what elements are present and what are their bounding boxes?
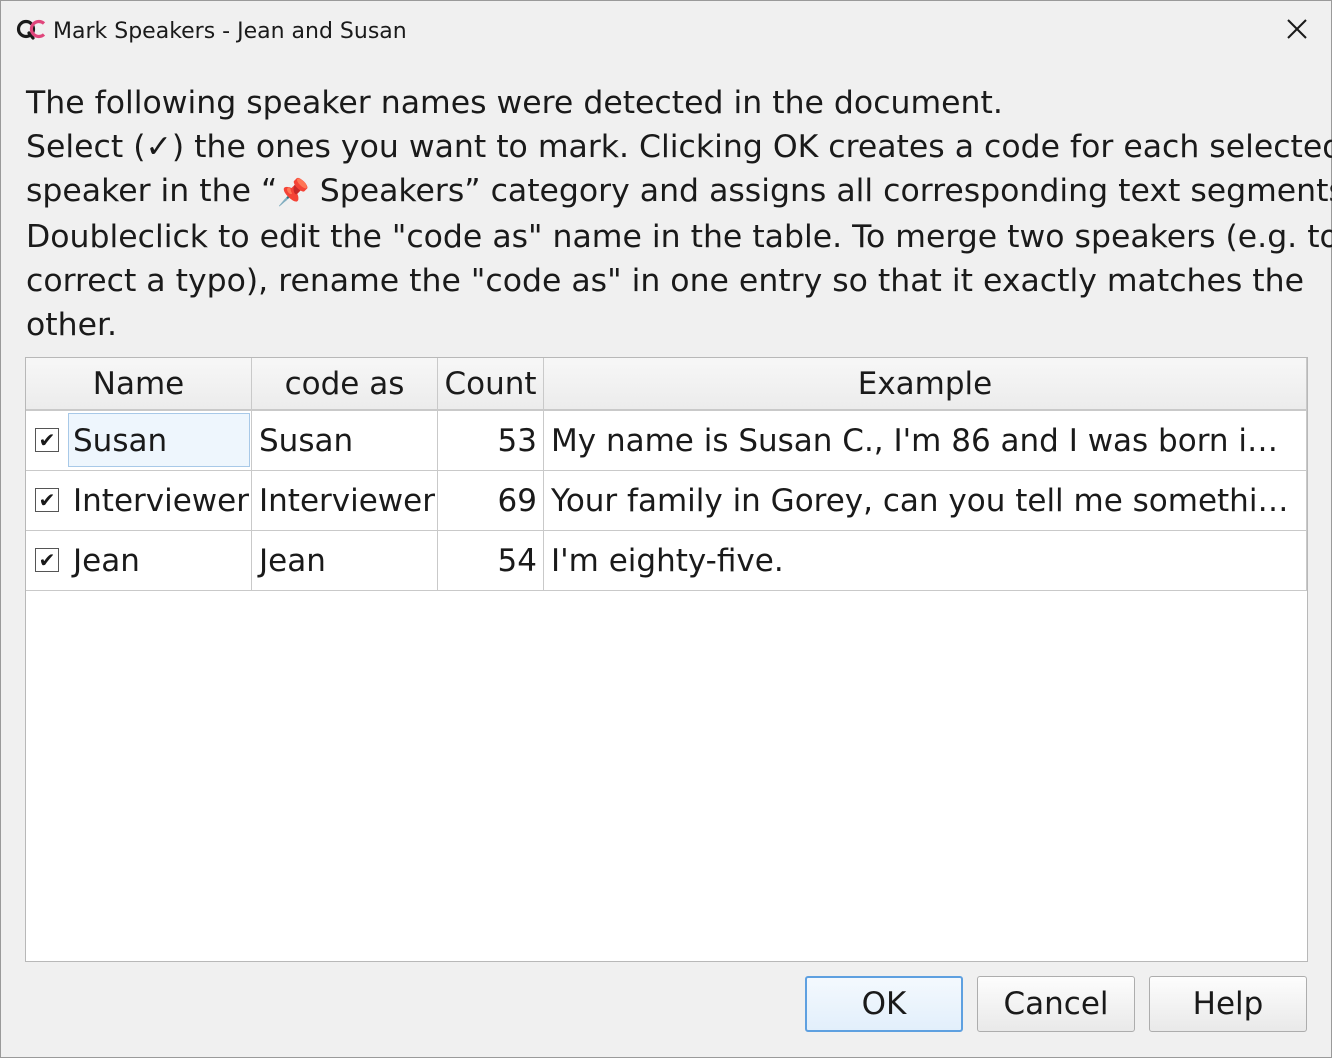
checkmark-icon: ✔ (38, 548, 56, 572)
mark-speakers-dialog: Mark Speakers - Jean and Susan The follo… (0, 0, 1332, 1058)
speaker-checkbox[interactable]: ✔ (35, 428, 59, 452)
instruction-line: Doubleclick to edit the "code as" name i… (26, 219, 1332, 255)
qc-logo-icon (15, 17, 47, 45)
name-cell[interactable]: ✔ Susan (26, 411, 252, 470)
speakers-table[interactable]: Name code as Count Example ✔ Susan Susan… (25, 357, 1308, 962)
code-as-cell[interactable]: Jean (252, 531, 438, 590)
column-header-code-as[interactable]: code as (252, 358, 438, 409)
instructions-text: The following speaker names were detecte… (26, 81, 1332, 347)
count-cell: 53 (438, 411, 544, 470)
column-header-name[interactable]: Name (26, 358, 252, 409)
column-header-example[interactable]: Example (544, 358, 1307, 409)
close-button[interactable] (1273, 9, 1321, 53)
example-cell: Your family in Gorey, can you tell me so… (544, 471, 1307, 530)
pushpin-icon: 📌 (277, 178, 310, 208)
count-cell: 54 (438, 531, 544, 590)
instruction-line: speaker in the “📌 Speakers” category and… (26, 169, 1332, 215)
title-bar: Mark Speakers - Jean and Susan (1, 1, 1331, 61)
instruction-line: The following speaker names were detecte… (26, 85, 1003, 121)
ok-button[interactable]: OK (805, 976, 963, 1032)
close-icon (1286, 18, 1308, 44)
example-text: My name is Susan C., I'm 86 and I was bo… (551, 422, 1296, 459)
instruction-line: correct a typo), rename the "code as" in… (26, 263, 1304, 299)
example-text: Your family in Gorey, can you tell me so… (551, 482, 1296, 519)
window-title: Mark Speakers - Jean and Susan (53, 19, 407, 44)
example-cell: I'm eighty-five. (544, 531, 1307, 590)
code-as-cell[interactable]: Interviewer (252, 471, 438, 530)
name-cell[interactable]: ✔ Jean (26, 531, 252, 590)
table-row[interactable]: ✔ Interviewer Interviewer 69 Your family… (26, 471, 1307, 531)
checkmark-icon: ✔ (38, 488, 56, 512)
count-cell: 69 (438, 471, 544, 530)
help-button[interactable]: Help (1149, 976, 1307, 1032)
cancel-button[interactable]: Cancel (977, 976, 1135, 1032)
speaker-checkbox[interactable]: ✔ (35, 488, 59, 512)
instruction-fragment: speaker in the “ (26, 173, 278, 209)
speaker-name: Interviewer (73, 482, 249, 519)
example-cell: My name is Susan C., I'm 86 and I was bo… (544, 411, 1307, 470)
checkmark-icon: ✔ (38, 428, 56, 452)
table-header: Name code as Count Example (26, 358, 1307, 411)
example-text: I'm eighty-five. (551, 542, 784, 579)
table-row[interactable]: ✔ Susan Susan 53 My name is Susan C., I'… (26, 411, 1307, 471)
speaker-checkbox[interactable]: ✔ (35, 548, 59, 572)
table-row[interactable]: ✔ Jean Jean 54 I'm eighty-five. (26, 531, 1307, 591)
speaker-name: Susan (73, 422, 168, 459)
instruction-line: Select (✓) the ones you want to mark. Cl… (26, 129, 1332, 165)
column-header-count[interactable]: Count (438, 358, 544, 409)
code-as-cell[interactable]: Susan (252, 411, 438, 470)
instruction-line: other. (26, 307, 118, 343)
name-cell[interactable]: ✔ Interviewer (26, 471, 252, 530)
speaker-name: Jean (73, 542, 140, 579)
instruction-fragment: Speakers” category and assigns all corre… (309, 173, 1332, 209)
